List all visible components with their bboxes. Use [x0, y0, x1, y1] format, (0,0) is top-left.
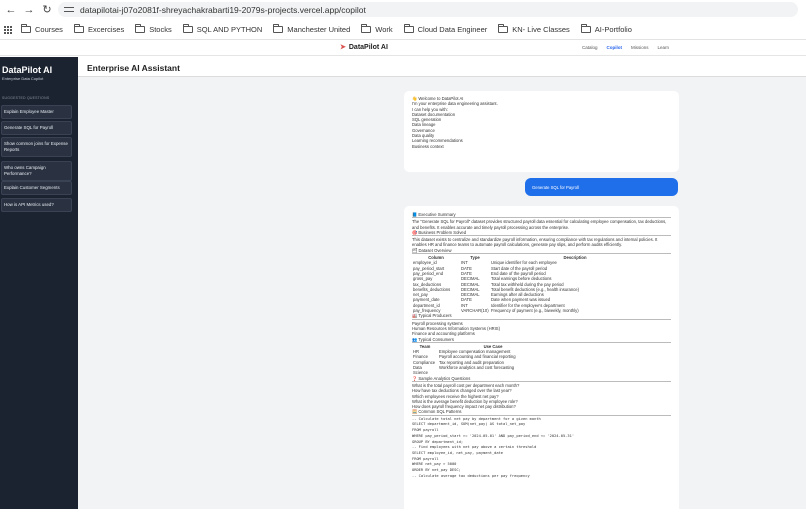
- folder-icon: [403, 24, 414, 33]
- table-row: Data Science Workforce analytics and cost…: [412, 365, 548, 376]
- bookmark-courses[interactable]: Courses: [21, 24, 63, 34]
- suggestion-campaign-owner[interactable]: Who owns Campaign Performance?: [1, 161, 72, 181]
- sql-patterns-heading: 🧮 Common SQL Patterns: [412, 409, 671, 416]
- nav-learn[interactable]: Learn: [658, 45, 670, 50]
- forward-icon[interactable]: →: [22, 3, 36, 17]
- assistant-welcome-message: 👋 Welcome to DataPilot AI I'm your enter…: [404, 91, 679, 172]
- sidebar-subtitle: Enterprise Data Copilot: [2, 76, 44, 81]
- table-cell: VARCHAR(10): [461, 308, 489, 314]
- table-cell: Data Science: [413, 365, 428, 376]
- main-header: Enterprise AI Assistant: [78, 57, 806, 77]
- assistant-response: 📘 Executive Summary The "Generate SQL fo…: [404, 206, 679, 516]
- bookmark-ai-portfolio[interactable]: AI-Portfolio: [580, 24, 632, 34]
- reload-icon[interactable]: ↻: [40, 3, 54, 17]
- nav-links: Catalog Copilot Missions Learn: [582, 45, 678, 50]
- bookmark-excercises[interactable]: Excercises: [73, 24, 124, 34]
- suggestion-customer-segments[interactable]: Explain Customer Segments: [1, 181, 72, 195]
- welcome-line: Business context: [412, 143, 444, 149]
- folder-icon: [361, 24, 372, 33]
- back-icon[interactable]: ←: [4, 3, 18, 17]
- sidebar-title: DataPilot AI: [2, 65, 53, 75]
- site-settings-icon[interactable]: [64, 6, 74, 14]
- suggestion-employee-master[interactable]: Explain Employee Master: [1, 105, 72, 119]
- bookmark-sql-python[interactable]: SQL AND PYTHON: [182, 24, 262, 34]
- sql-code-block: -- Calculate total net pay by department…: [412, 417, 671, 480]
- bookmark-cloud-data-engineer[interactable]: Cloud Data Engineer: [403, 24, 487, 34]
- bookmark-manchester-united[interactable]: Manchester United: [273, 24, 350, 34]
- folder-icon: [273, 24, 284, 33]
- folder-icon: [135, 24, 146, 33]
- bookmark-stocks[interactable]: Stocks: [135, 24, 172, 34]
- nav-catalog[interactable]: Catalog: [582, 45, 598, 50]
- user-message-bubble: Generate SQL for Payroll: [525, 178, 678, 196]
- folder-icon: [498, 24, 509, 33]
- address-bar[interactable]: datapilotai-j07o2081f-shreyachakrabarti1…: [58, 2, 798, 17]
- browser-chrome: ← → ↻ datapilotai-j07o2081f-shreyachakra…: [0, 0, 806, 40]
- page-title: Enterprise AI Assistant: [87, 63, 180, 73]
- nav-copilot[interactable]: Copilot: [607, 45, 623, 50]
- business-problem-heading: 🎯 Business Problem Solved: [412, 230, 671, 237]
- suggested-questions-heading: SUGGESTED QUESTIONS: [2, 96, 50, 100]
- consumers-heading: 👥 Typical Consumers: [412, 337, 671, 343]
- apps-grid-icon[interactable]: [4, 25, 12, 34]
- sidebar: DataPilot AI Enterprise Data Copilot SUG…: [0, 57, 78, 509]
- folder-icon: [580, 24, 591, 33]
- bookmark-work[interactable]: Work: [361, 24, 393, 34]
- dataset-overview-table: Column Type Description employee_id INT Uniq…: [412, 255, 660, 313]
- business-problem-text: This dataset exists to centralize and st…: [412, 237, 658, 248]
- folder-icon: [182, 24, 193, 33]
- address-row: ← → ↻ datapilotai-j07o2081f-shreyachakra…: [0, 0, 806, 19]
- producers-heading: 🏭 Typical Producers: [412, 313, 671, 320]
- table-cell: Workforce analytics and cost forecasting: [439, 365, 515, 371]
- folder-icon: [73, 24, 84, 33]
- nav-missions[interactable]: Missions: [631, 45, 649, 50]
- bookmark-kn-live-classes[interactable]: KN- Live Classes: [498, 24, 570, 34]
- main-area: Enterprise AI Assistant 👋 Welcome to Dat…: [78, 57, 806, 516]
- suggestion-expense-joins[interactable]: Show common joins for Expense Reports: [1, 137, 72, 157]
- url-text: datapilotai-j07o2081f-shreyachakrabarti1…: [80, 4, 366, 15]
- bookmarks-bar: Courses Excercises Stocks SQL AND PYTHON…: [0, 20, 806, 39]
- exec-summary-text: The "Generate SQL for Payroll" dataset p…: [412, 219, 667, 230]
- app-brand[interactable]: ➤ DataPilot AI: [340, 43, 388, 52]
- suggestion-sql-payroll[interactable]: Generate SQL for Payroll: [1, 121, 72, 135]
- exec-summary-heading: 📘 Executive Summary: [412, 212, 671, 219]
- code-line: -- Calculate average tax deductions per …: [412, 473, 530, 478]
- app-top-nav: ➤ DataPilot AI Catalog Copilot Missions L…: [0, 40, 806, 56]
- suggestion-api-metrics[interactable]: How is API Metrics used?: [1, 198, 72, 212]
- consumers-table: Team Use Case HR Employee compensation man…: [412, 344, 548, 376]
- dataset-overview-heading: 🗂 Dataset Overview: [412, 248, 671, 255]
- sample-questions-heading: ❓ Sample Analytics Questions: [412, 376, 671, 382]
- folder-icon: [21, 24, 31, 33]
- rocket-icon: ➤: [340, 44, 346, 51]
